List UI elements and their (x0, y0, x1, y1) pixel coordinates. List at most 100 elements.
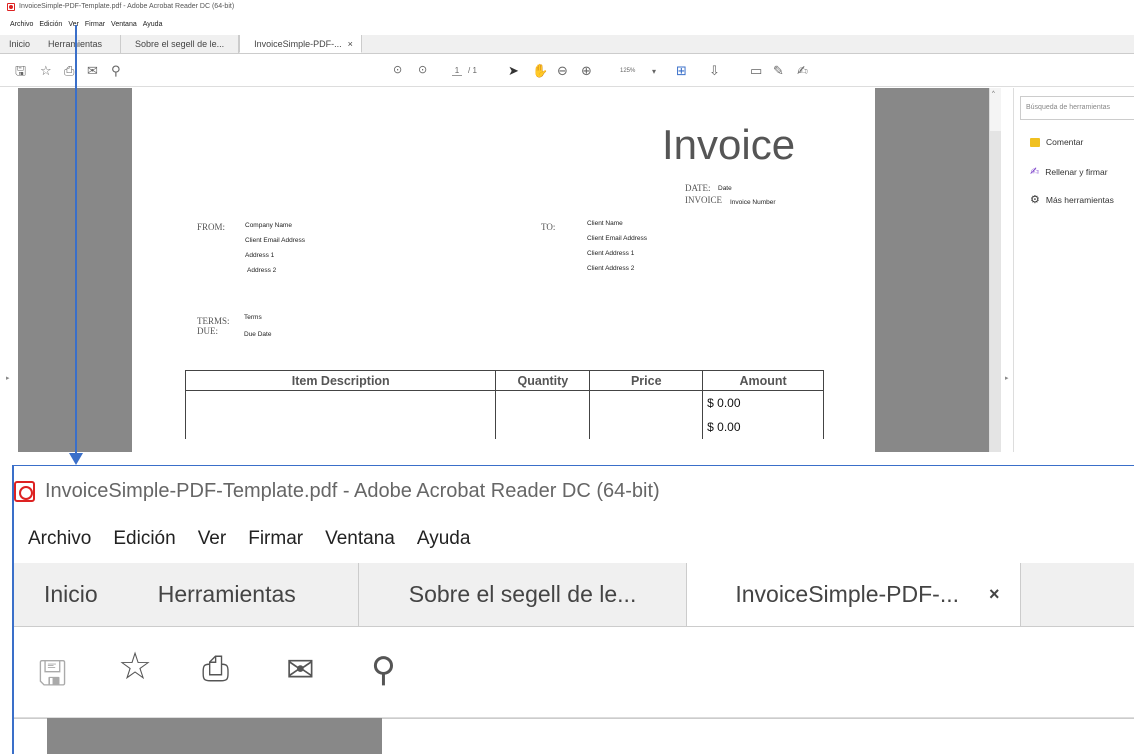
menu-ventana[interactable]: Ventana (111, 21, 137, 32)
menu-ayuda[interactable]: Ayuda (143, 21, 163, 32)
col-quantity: Quantity (495, 370, 591, 391)
menu-ver[interactable]: Ver (198, 528, 227, 550)
menu-ver[interactable]: Ver (68, 21, 79, 32)
save-icon[interactable]: 🖫 (15, 64, 26, 77)
chevron-down-icon[interactable]: ▾ (652, 67, 656, 76)
collapse-right-panel-icon[interactable]: ▸ (1005, 374, 1009, 382)
window-title: InvoiceSimple-PDF-Template.pdf - Adobe A… (45, 480, 660, 502)
tab-document-sobre[interactable]: Sobre el segell de le... (120, 35, 240, 53)
table-header-row: Item Description Quantity Price Amount (184, 370, 824, 391)
zoomed-callout: InvoiceSimple-PDF-Template.pdf - Adobe A… (12, 465, 1134, 754)
tab-inicio[interactable]: Inicio (14, 563, 128, 626)
window-title: InvoiceSimple-PDF-Template.pdf - Adobe A… (19, 3, 235, 10)
menu-firmar[interactable]: Firmar (85, 21, 105, 32)
acrobat-window: InvoiceSimple-PDF-Template.pdf - Adobe A… (0, 0, 1134, 452)
canvas-margin-right (875, 88, 989, 452)
tab-document-invoice[interactable]: InvoiceSimple-PDF-... × (687, 563, 1021, 626)
from-company: Company Name (245, 222, 292, 229)
comment-icon[interactable]: ▭ (750, 64, 762, 77)
document-viewer: ▸ Invoice DATE: Date INVOICE Invoice Num… (0, 88, 1013, 452)
table-row: $ 0.00 (184, 390, 824, 415)
menu-edicion[interactable]: Edición (39, 21, 62, 32)
pdf-page: Invoice DATE: Date INVOICE Invoice Numbe… (132, 88, 875, 452)
zoom-title-bar: InvoiceSimple-PDF-Template.pdf - Adobe A… (14, 480, 660, 503)
col-amount: Amount (702, 370, 824, 391)
from-address-1: Address 1 (245, 252, 275, 259)
search-icon[interactable]: ⚲ (371, 650, 396, 690)
menu-firmar[interactable]: Firmar (248, 528, 303, 550)
to-label: TO: (541, 222, 556, 232)
tab-herramientas[interactable]: Herramientas (39, 35, 120, 53)
due-label: DUE: (197, 326, 218, 336)
search-icon[interactable]: ⚲ (111, 64, 121, 77)
page-total: / 1 (468, 66, 477, 75)
to-email: Client Email Address (587, 235, 647, 242)
callout-arrow-head (69, 453, 83, 465)
tools-search-input[interactable]: Búsqueda de herramientas (1020, 96, 1134, 120)
tab-label: InvoiceSimple-PDF-... (254, 38, 342, 49)
menu-ventana[interactable]: Ventana (325, 528, 395, 550)
close-icon[interactable]: × (348, 39, 353, 49)
date-value: Date (718, 185, 732, 192)
page-up-icon[interactable]: ⊙ (393, 64, 402, 77)
terms-value: Terms (244, 314, 262, 321)
tab-document-sobre[interactable]: Sobre el segell de le... (357, 563, 688, 626)
print-icon[interactable]: ⎙ (64, 64, 74, 77)
scrollbar-thumb[interactable] (990, 131, 1001, 452)
expand-left-panel-icon[interactable]: ▸ (6, 374, 10, 382)
invoice-label: INVOICE (685, 195, 722, 205)
from-email: Client Email Address (245, 237, 305, 244)
menu-ayuda[interactable]: Ayuda (417, 528, 471, 550)
zoom-out-icon[interactable]: ⊖ (557, 64, 568, 77)
tool-rellenar-firmar[interactable]: ✍ Rellenar y firmar (1030, 165, 1108, 178)
menu-edicion[interactable]: Edición (113, 528, 175, 550)
print-icon[interactable]: ⎙ (202, 650, 229, 689)
sign-icon[interactable]: ✍ (797, 64, 808, 77)
menu-archivo[interactable]: Archivo (10, 21, 33, 32)
date-label: DATE: (685, 183, 711, 193)
zoom-tab-bar: Inicio Herramientas Sobre el segell de l… (14, 563, 1134, 627)
tool-comentar[interactable]: Comentar (1030, 137, 1083, 147)
invoice-title: Invoice (662, 121, 796, 168)
amount-cell: $ 0.00 (702, 390, 824, 415)
tab-label: InvoiceSimple-PDF-... (735, 581, 960, 607)
callout-arrow-line (75, 25, 77, 455)
save-icon[interactable]: 🖫 (38, 650, 67, 707)
select-cursor-icon[interactable]: ➤ (508, 64, 519, 77)
zoom-menu-bar: Archivo Edición Ver Firmar Ventana Ayuda (28, 528, 470, 550)
page-number-input[interactable]: 1 (452, 66, 462, 76)
fill-sign-icon: ✍ (1030, 166, 1040, 178)
close-icon[interactable]: × (989, 584, 1000, 605)
vertical-scrollbar[interactable]: ^ ▸ (989, 88, 1009, 452)
hand-icon[interactable]: ✋ (532, 64, 548, 77)
to-client-name: Client Name (587, 220, 623, 227)
invoice-number: Invoice Number (730, 199, 776, 206)
highlight-pen-icon[interactable]: ✎ (773, 64, 784, 77)
menu-bar: Archivo Edición Ver Firmar Ventana Ayuda (0, 21, 1134, 32)
tab-document-invoice[interactable]: InvoiceSimple-PDF-... × (239, 35, 362, 53)
amount-cell: $ 0.00 (702, 414, 824, 439)
scroll-mode-icon[interactable]: ⇩ (709, 64, 720, 77)
items-table: Item Description Quantity Price Amount $… (184, 370, 824, 439)
table-row: $ 0.00 (184, 414, 824, 439)
zoom-toolbar: 🖫 ☆ ⎙ ✉ ⚲ (14, 628, 1134, 718)
email-icon[interactable]: ✉ (286, 650, 315, 690)
from-label: FROM: (197, 222, 226, 232)
tool-mas-herramientas[interactable]: ⚙ Más herramientas (1030, 193, 1114, 206)
bookmark-star-icon[interactable]: ☆ (40, 64, 52, 77)
canvas-margin-left (47, 718, 382, 754)
zoom-dropdown[interactable]: 125% (620, 68, 635, 74)
fit-page-icon[interactable]: ⊞ (676, 64, 687, 77)
page-down-icon[interactable]: ⊙ (418, 64, 427, 77)
scroll-up-icon[interactable]: ^ (992, 91, 995, 97)
terms-label: TERMS: (197, 316, 230, 326)
tab-inicio[interactable]: Inicio (0, 35, 39, 53)
tab-herramientas[interactable]: Herramientas (128, 563, 358, 626)
zoom-in-icon[interactable]: ⊕ (581, 64, 592, 77)
col-item-description: Item Description (184, 370, 497, 391)
email-icon[interactable]: ✉ (87, 64, 98, 77)
to-address-2: Client Address 2 (587, 265, 635, 272)
acrobat-logo-icon (7, 2, 15, 11)
bookmark-star-icon[interactable]: ☆ (118, 644, 152, 689)
menu-archivo[interactable]: Archivo (28, 528, 91, 550)
